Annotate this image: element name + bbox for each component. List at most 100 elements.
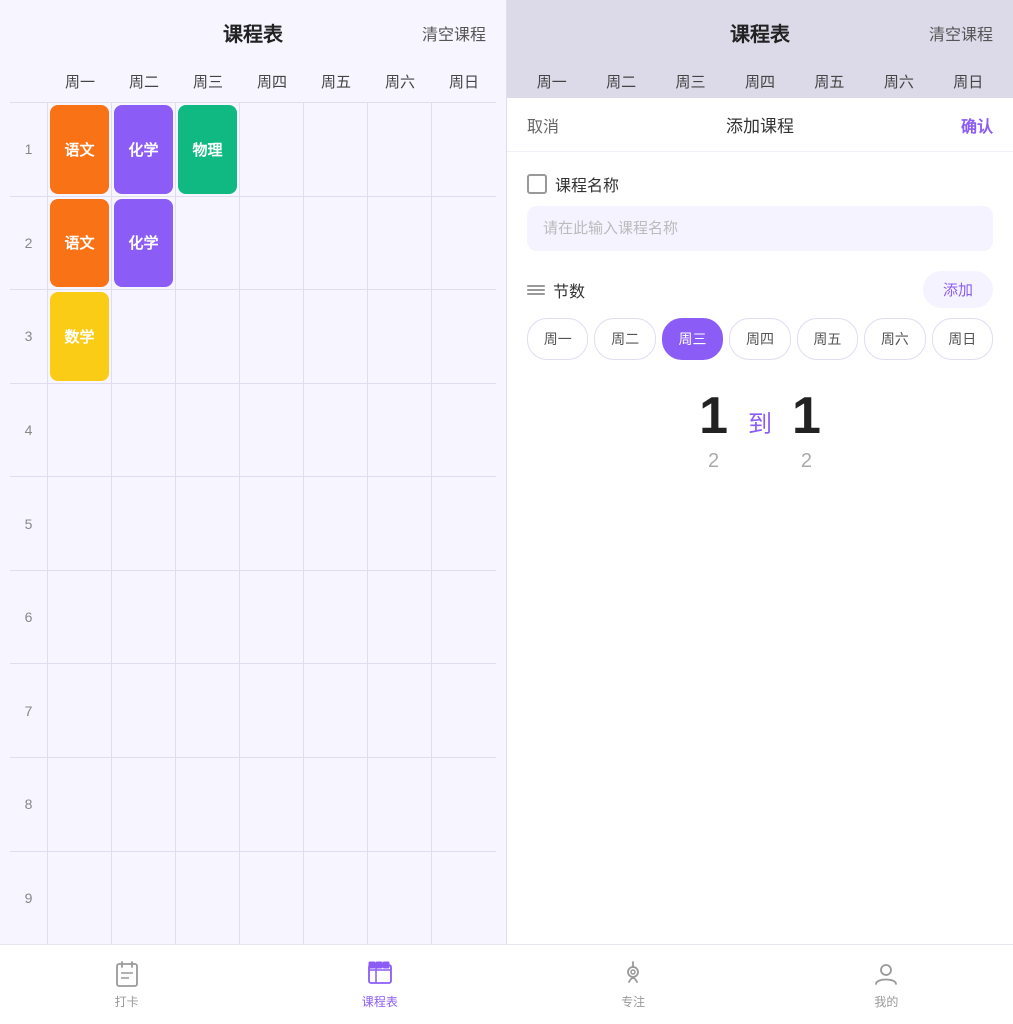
cell-4-1[interactable]: [48, 384, 112, 477]
cell-1-1[interactable]: 语文: [48, 103, 112, 196]
cell-7-5[interactable]: [304, 664, 368, 757]
cell-8-7[interactable]: [432, 758, 496, 851]
weekday-mon[interactable]: 周一: [527, 318, 588, 360]
cell-1-4[interactable]: [240, 103, 304, 196]
course-shuxue-3[interactable]: 数学: [50, 292, 109, 381]
cell-8-2[interactable]: [112, 758, 176, 851]
cell-3-4[interactable]: [240, 290, 304, 383]
weekday-sat[interactable]: 周六: [864, 318, 925, 360]
to-value-large[interactable]: 1: [792, 390, 821, 442]
cell-9-1[interactable]: [48, 852, 112, 945]
cell-3-1[interactable]: 数学: [48, 290, 112, 383]
cell-9-4[interactable]: [240, 852, 304, 945]
nav-label-schedule: 课程表: [362, 993, 398, 1010]
profile-icon: [871, 959, 901, 989]
cell-1-3[interactable]: 物理: [176, 103, 240, 196]
cell-4-7[interactable]: [432, 384, 496, 477]
cell-9-5[interactable]: [304, 852, 368, 945]
cell-6-6[interactable]: [368, 571, 432, 664]
cell-8-3[interactable]: [176, 758, 240, 851]
cell-4-6[interactable]: [368, 384, 432, 477]
cell-2-1[interactable]: 语文: [48, 197, 112, 290]
add-section-button[interactable]: 添加: [923, 271, 993, 308]
cell-2-7[interactable]: [432, 197, 496, 290]
cell-7-1[interactable]: [48, 664, 112, 757]
dialog-top-bar: 取消 添加课程 确认: [507, 98, 1013, 152]
cell-2-6[interactable]: [368, 197, 432, 290]
cell-5-3[interactable]: [176, 477, 240, 570]
cell-6-4[interactable]: [240, 571, 304, 664]
nav-item-checkin[interactable]: 打卡: [0, 959, 253, 1010]
weekday-wed[interactable]: 周三: [662, 318, 723, 360]
cell-8-1[interactable]: [48, 758, 112, 851]
cell-6-1[interactable]: [48, 571, 112, 664]
from-value-large[interactable]: 1: [699, 390, 728, 442]
cell-9-3[interactable]: [176, 852, 240, 945]
cell-1-6[interactable]: [368, 103, 432, 196]
cell-7-3[interactable]: [176, 664, 240, 757]
weekday-thu[interactable]: 周四: [729, 318, 790, 360]
dialog-confirm-button[interactable]: 确认: [961, 113, 993, 137]
cell-5-6[interactable]: [368, 477, 432, 570]
cell-6-2[interactable]: [112, 571, 176, 664]
cell-7-6[interactable]: [368, 664, 432, 757]
left-day-sat: 周六: [368, 65, 432, 98]
right-clear-button[interactable]: 清空课程: [929, 21, 993, 45]
left-header: 课程表 清空课程: [0, 0, 506, 65]
row-num-1: 1: [10, 103, 48, 196]
cell-3-7[interactable]: [432, 290, 496, 383]
left-clear-button[interactable]: 清空课程: [422, 21, 486, 45]
time-picker: 1 2 到 1 2: [527, 370, 993, 483]
cell-8-4[interactable]: [240, 758, 304, 851]
cell-4-5[interactable]: [304, 384, 368, 477]
cell-2-3[interactable]: [176, 197, 240, 290]
left-day-headers: 周一 周二 周三 周四 周五 周六 周日: [10, 65, 496, 98]
cell-4-4[interactable]: [240, 384, 304, 477]
cell-3-3[interactable]: [176, 290, 240, 383]
cell-1-2[interactable]: 化学: [112, 103, 176, 196]
course-yuwen-1[interactable]: 语文: [50, 105, 109, 194]
cell-5-7[interactable]: [432, 477, 496, 570]
course-huaxue-1[interactable]: 化学: [114, 105, 173, 194]
sections-label: 节数: [527, 278, 585, 302]
weekday-tue[interactable]: 周二: [594, 318, 655, 360]
cell-2-4[interactable]: [240, 197, 304, 290]
cell-1-7[interactable]: [432, 103, 496, 196]
right-panel: 课程表 清空课程 周一 周二 周三 周四 周五 周六 周日 取消 添加课程 确认: [506, 0, 1013, 944]
cell-6-7[interactable]: [432, 571, 496, 664]
nav-item-focus[interactable]: 专注: [507, 959, 760, 1010]
cell-7-2[interactable]: [112, 664, 176, 757]
cell-4-3[interactable]: [176, 384, 240, 477]
schedule-icon: [365, 959, 395, 989]
cell-4-2[interactable]: [112, 384, 176, 477]
course-wuli-1[interactable]: 物理: [178, 105, 237, 194]
course-name-input[interactable]: [527, 206, 993, 251]
weekday-fri[interactable]: 周五: [797, 318, 858, 360]
cell-9-6[interactable]: [368, 852, 432, 945]
cell-6-3[interactable]: [176, 571, 240, 664]
cell-7-4[interactable]: [240, 664, 304, 757]
cell-3-2[interactable]: [112, 290, 176, 383]
cell-6-5[interactable]: [304, 571, 368, 664]
nav-item-profile[interactable]: 我的: [760, 959, 1013, 1010]
cell-2-5[interactable]: [304, 197, 368, 290]
weekday-sun[interactable]: 周日: [932, 318, 993, 360]
checkin-icon: [112, 959, 142, 989]
cell-5-4[interactable]: [240, 477, 304, 570]
cell-3-5[interactable]: [304, 290, 368, 383]
cell-1-5[interactable]: [304, 103, 368, 196]
cell-3-6[interactable]: [368, 290, 432, 383]
cell-5-5[interactable]: [304, 477, 368, 570]
cell-7-7[interactable]: [432, 664, 496, 757]
course-huaxue-2[interactable]: 化学: [114, 199, 173, 288]
cell-9-2[interactable]: [112, 852, 176, 945]
course-yuwen-2[interactable]: 语文: [50, 199, 109, 288]
cell-8-5[interactable]: [304, 758, 368, 851]
nav-item-schedule[interactable]: 课程表: [253, 959, 506, 1010]
cell-8-6[interactable]: [368, 758, 432, 851]
cell-9-7[interactable]: [432, 852, 496, 945]
cell-5-2[interactable]: [112, 477, 176, 570]
dialog-cancel-button[interactable]: 取消: [527, 113, 559, 137]
cell-2-2[interactable]: 化学: [112, 197, 176, 290]
cell-5-1[interactable]: [48, 477, 112, 570]
